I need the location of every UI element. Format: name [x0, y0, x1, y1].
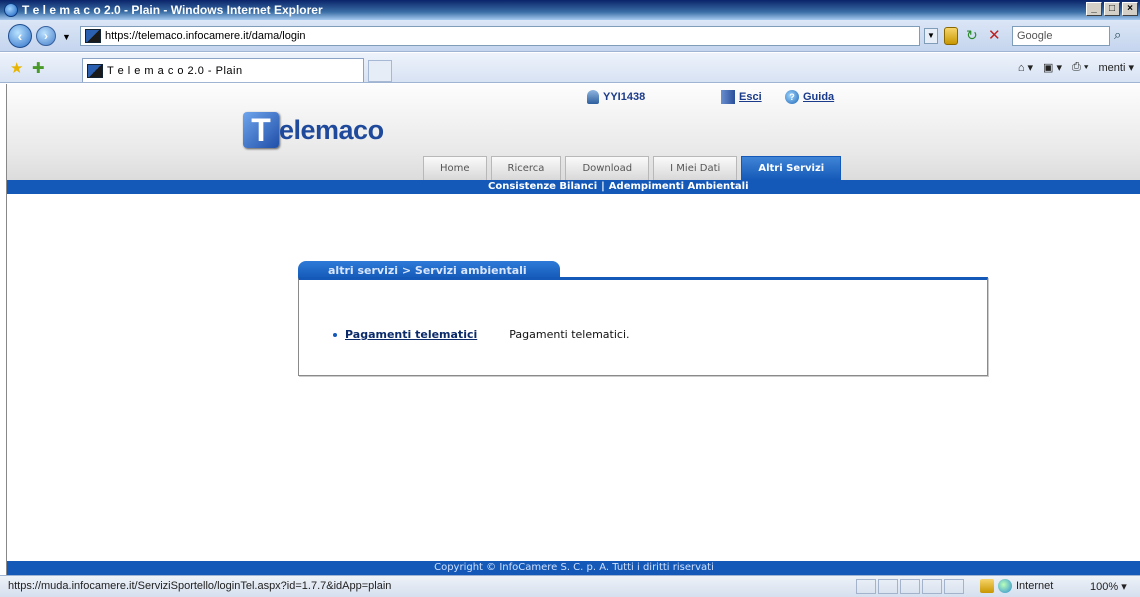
window-controls: _ □ ×: [1086, 2, 1138, 16]
internet-explorer-icon: [4, 3, 18, 17]
bullet-icon: [333, 332, 337, 337]
tab-altri-servizi[interactable]: Altri Servizi: [741, 156, 842, 180]
status-pane: [922, 579, 942, 594]
status-pane: [856, 579, 876, 594]
new-tab-button[interactable]: [368, 60, 392, 82]
feeds-icon[interactable]: ▣ ▾: [1043, 61, 1062, 74]
pagamenti-telematici-link[interactable]: Pagamenti telematici: [345, 328, 477, 341]
page-viewport: YYI1438 Esci ? Guida T elemaco Home Rice…: [6, 84, 1140, 575]
security-lock-icon[interactable]: [944, 27, 958, 45]
back-button[interactable]: ‹: [8, 24, 32, 48]
status-bar: https://muda.infocamere.it/ServiziSporte…: [0, 575, 1140, 597]
print-icon[interactable]: ⎙ ▾: [1072, 61, 1088, 74]
list-item: Pagamenti telematici Pagamenti telematic…: [333, 328, 630, 341]
forward-button[interactable]: ›: [36, 26, 56, 46]
window-title: T e l e m a c o 2.0 - Plain - Windows In…: [22, 3, 323, 17]
address-text[interactable]: https://telemaco.infocamere.it/dama/logi…: [105, 30, 306, 42]
zone-label: Internet: [1016, 580, 1054, 592]
tab-i-miei-dati[interactable]: I Miei Dati: [653, 156, 738, 180]
exit-link-wrap[interactable]: Esci: [721, 90, 762, 104]
favorites-star-icon[interactable]: ★: [10, 59, 23, 77]
history-dropdown-icon[interactable]: ▼: [62, 32, 71, 42]
tab-download[interactable]: Download: [565, 156, 650, 180]
footer-copyright: Copyright © InfoCamere S. C. p. A. Tutti…: [7, 561, 1140, 575]
tabs-toolbar: ★ ✚ T e l e m a c o 2.0 - Plain ⌂ ▾ ▣ ▾ …: [0, 53, 1140, 83]
close-button[interactable]: ×: [1122, 2, 1138, 16]
services-panel: Pagamenti telematici Pagamenti telematic…: [298, 277, 988, 376]
user-icon: [587, 90, 599, 104]
telemaco-logo[interactable]: T elemaco: [243, 112, 384, 148]
logo-letter: T: [243, 112, 279, 148]
browser-tab[interactable]: T e l e m a c o 2.0 - Plain: [82, 58, 364, 82]
tab-home[interactable]: Home: [423, 156, 487, 180]
subnav-consistenze-bilanci[interactable]: Consistenze Bilanci: [485, 181, 600, 192]
subnav-adempimenti-ambientali[interactable]: Adempimenti Ambientali: [606, 181, 752, 192]
status-url: https://muda.infocamere.it/ServiziSporte…: [8, 580, 392, 592]
address-bar[interactable]: https://telemaco.infocamere.it/dama/logi…: [80, 26, 920, 46]
minimize-button[interactable]: _: [1086, 2, 1102, 16]
exit-icon: [721, 90, 735, 104]
tab-title: T e l e m a c o 2.0 - Plain: [107, 64, 243, 77]
search-input[interactable]: Google: [1012, 26, 1110, 46]
user-info: YYI1438: [587, 90, 645, 104]
help-link[interactable]: Guida: [803, 91, 834, 103]
username: YYI1438: [603, 91, 646, 103]
address-toolbar: ‹ › ▼ https://telemaco.infocamere.it/dam…: [0, 20, 1140, 52]
refresh-icon[interactable]: ↻: [966, 27, 978, 44]
exit-link[interactable]: Esci: [739, 91, 762, 103]
status-pane: [944, 579, 964, 594]
status-pane: [878, 579, 898, 594]
maximize-button[interactable]: □: [1104, 2, 1120, 16]
home-icon[interactable]: ⌂ ▾: [1018, 61, 1033, 74]
command-bar: ⌂ ▾ ▣ ▾ ⎙ ▾ menti ▾: [1018, 61, 1134, 74]
tab-ricerca[interactable]: Ricerca: [490, 156, 562, 180]
help-link-wrap[interactable]: ? Guida: [785, 90, 834, 104]
status-panes: [856, 579, 964, 594]
window-title-bar: T e l e m a c o 2.0 - Plain - Windows In…: [0, 0, 1140, 20]
logo-text: elemaco: [279, 114, 384, 145]
protected-mode-icon: [980, 579, 994, 593]
address-dropdown-button[interactable]: ▼: [924, 28, 938, 44]
item-description: Pagamenti telematici.: [509, 328, 630, 341]
zoom-level[interactable]: 100% ▾: [1090, 580, 1127, 593]
sub-nav: Consistenze Bilanci | Adempimenti Ambien…: [7, 180, 1140, 194]
main-nav: Home Ricerca Download I Miei Dati Altri …: [423, 156, 842, 180]
search-icon[interactable]: ⌕: [1114, 27, 1121, 43]
help-icon: ?: [785, 90, 799, 104]
site-header: YYI1438 Esci ? Guida T elemaco Home Rice…: [7, 84, 1140, 180]
status-pane: [900, 579, 920, 594]
tab-favicon-icon: [87, 63, 103, 78]
add-favorite-icon[interactable]: ✚: [32, 59, 45, 77]
internet-zone-icon: [998, 579, 1012, 593]
page-menu[interactable]: menti ▾: [1099, 61, 1134, 74]
security-zone[interactable]: Internet: [980, 579, 1053, 593]
stop-icon[interactable]: ✕: [988, 26, 1001, 44]
site-favicon-icon: [85, 29, 101, 43]
